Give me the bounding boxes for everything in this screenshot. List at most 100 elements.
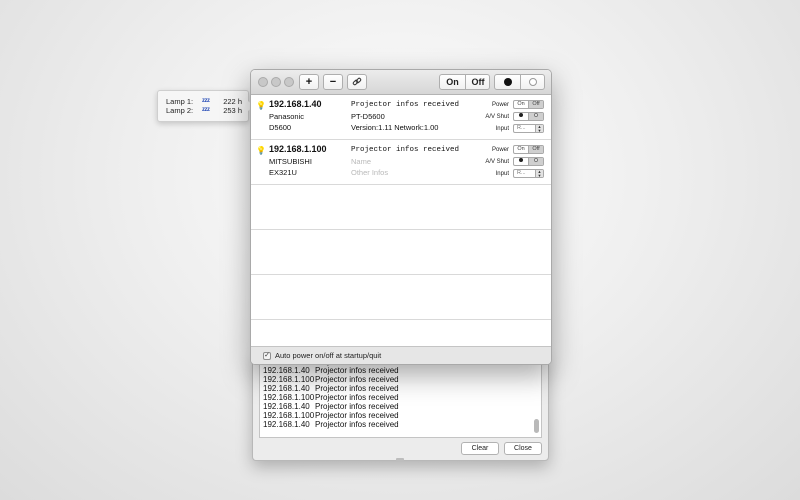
projector-model: D5600	[269, 123, 292, 132]
projector-other-infos-field[interactable]: Version:1.11 Network:1.00	[351, 123, 438, 132]
empty-circle-icon	[534, 158, 538, 162]
power-on-button[interactable]: On	[440, 75, 465, 89]
projector-window: + − On Off 💡 192.168.1.40 Panasonic D560…	[250, 69, 552, 365]
stepper-arrows-icon: ▲ ▼	[535, 170, 543, 177]
filled-circle-icon	[519, 158, 523, 162]
projector-brand: Panasonic	[269, 112, 305, 121]
power-off-option[interactable]: Off	[529, 146, 543, 153]
log-message: Projector infos received	[315, 411, 399, 420]
lamp-1-row: Lamp 1: zzz 222 h	[166, 97, 246, 106]
log-line: 192.168.1.40 Projector infos received	[263, 366, 529, 375]
power-toggle[interactable]: On Off	[513, 145, 544, 154]
lamp-1-label: Lamp 1:	[166, 97, 194, 106]
input-select-value: R...	[517, 125, 526, 131]
av-shut-off-option[interactable]	[529, 158, 543, 165]
lamp-icon: 💡	[256, 101, 266, 110]
power-off-button[interactable]: Off	[466, 75, 490, 89]
resize-grip[interactable]	[396, 458, 404, 461]
projector-ip: 192.168.1.100	[269, 144, 327, 154]
lamp-hours-tooltip: Lamp 1: zzz 222 h Lamp 2: zzz 253 h	[157, 90, 254, 122]
shutter-close-button[interactable]	[495, 75, 520, 89]
power-on-option[interactable]: On	[514, 146, 528, 153]
log-ip: 192.168.1.100	[263, 375, 315, 384]
log-window: 192.168.1.100Projector infos received192…	[252, 355, 549, 461]
zoom-window-button[interactable]	[284, 77, 294, 87]
input-select[interactable]: R... ▲ ▼	[513, 169, 544, 178]
log-lines: 192.168.1.100Projector infos received192…	[263, 361, 529, 429]
power-segment: On Off	[439, 74, 490, 90]
empty-row	[251, 229, 551, 275]
auto-power-label[interactable]: Auto power on/off at startup/quit	[275, 351, 381, 360]
empty-row	[251, 184, 551, 230]
projector-other-infos-field[interactable]: Other Infos	[351, 168, 388, 177]
projector-name-field[interactable]: PT-D5600	[351, 112, 385, 121]
power-label: Power	[491, 147, 509, 153]
minimize-window-button[interactable]	[271, 77, 281, 87]
log-message: Projector infos received	[315, 375, 399, 384]
lamp-2-hours: 253 h	[223, 106, 242, 115]
footer-bar: ✓ Auto power on/off at startup/quit	[251, 346, 551, 364]
link-icon	[352, 77, 362, 86]
auto-power-checkbox[interactable]: ✓	[263, 352, 271, 360]
stepper-arrows-icon: ▲ ▼	[535, 125, 543, 132]
log-ip: 192.168.1.40	[263, 366, 310, 375]
log-message: Projector infos received	[315, 384, 399, 393]
projector-status: Projector infos received	[351, 101, 460, 109]
log-line: 192.168.1.100Projector infos received	[263, 393, 529, 402]
log-line: 192.168.1.100Projector infos received	[263, 375, 529, 384]
log-message: Projector infos received	[315, 393, 399, 402]
empty-circle-icon	[534, 113, 538, 117]
projector-row[interactable]: 💡 192.168.1.40 Panasonic D5600 Projector…	[251, 94, 551, 140]
av-shut-on-option[interactable]	[514, 158, 528, 165]
input-label: Input	[495, 126, 509, 132]
log-ip: 192.168.1.100	[263, 393, 315, 402]
link-button[interactable]	[347, 74, 367, 90]
projector-model: EX321U	[269, 168, 297, 177]
power-on-option[interactable]: On	[514, 101, 528, 108]
log-ip: 192.168.1.40	[263, 384, 310, 393]
log-ip: 192.168.1.40	[263, 420, 310, 429]
projector-ip: 192.168.1.40	[269, 99, 322, 109]
shutter-open-button[interactable]	[521, 75, 545, 89]
av-shut-label: A/V Shut	[485, 114, 509, 120]
input-select[interactable]: R... ▲ ▼	[513, 124, 544, 133]
log-ip: 192.168.1.100	[263, 411, 315, 420]
input-select-value: R...	[517, 170, 526, 176]
shutter-segment	[494, 74, 545, 90]
log-text-area[interactable]: 192.168.1.100Projector infos received192…	[259, 360, 542, 438]
remove-projector-button[interactable]: −	[323, 74, 343, 90]
clear-button[interactable]: Clear	[461, 442, 499, 455]
projector-row[interactable]: 💡 192.168.1.100 MITSUBISHI EX321U Projec…	[251, 139, 551, 185]
power-off-option[interactable]: Off	[529, 101, 543, 108]
toolbar: + − On Off	[251, 70, 551, 95]
log-line: 192.168.1.40 Projector infos received	[263, 384, 529, 393]
sleep-icon: zzz	[202, 107, 210, 113]
av-shut-label: A/V Shut	[485, 159, 509, 165]
add-projector-button[interactable]: +	[299, 74, 319, 90]
power-label: Power	[491, 102, 509, 108]
lamp-2-row: Lamp 2: zzz 253 h	[166, 106, 246, 115]
log-line: 192.168.1.40 Projector infos received	[263, 420, 529, 429]
close-window-button[interactable]	[258, 77, 268, 87]
log-message: Projector infos received	[315, 366, 399, 375]
projector-name-field[interactable]: Name	[351, 157, 371, 166]
empty-row	[251, 274, 551, 320]
av-shut-off-option[interactable]	[529, 113, 543, 120]
filled-circle-icon	[503, 78, 512, 86]
empty-circle-icon	[529, 78, 537, 86]
log-line: 192.168.1.40 Projector infos received	[263, 402, 529, 411]
projector-brand: MITSUBISHI	[269, 157, 312, 166]
input-label: Input	[495, 171, 509, 177]
av-shut-toggle[interactable]	[513, 157, 544, 166]
sleep-icon: zzz	[202, 98, 210, 104]
av-shut-toggle[interactable]	[513, 112, 544, 121]
log-message: Projector infos received	[315, 420, 399, 429]
projector-status: Projector infos received	[351, 146, 460, 154]
log-message: Projector infos received	[315, 402, 399, 411]
log-scrollbar[interactable]	[534, 419, 539, 433]
power-toggle[interactable]: On Off	[513, 100, 544, 109]
close-button[interactable]: Close	[504, 442, 542, 455]
av-shut-on-option[interactable]	[514, 113, 528, 120]
lamp-2-label: Lamp 2:	[166, 106, 194, 115]
log-ip: 192.168.1.40	[263, 402, 310, 411]
